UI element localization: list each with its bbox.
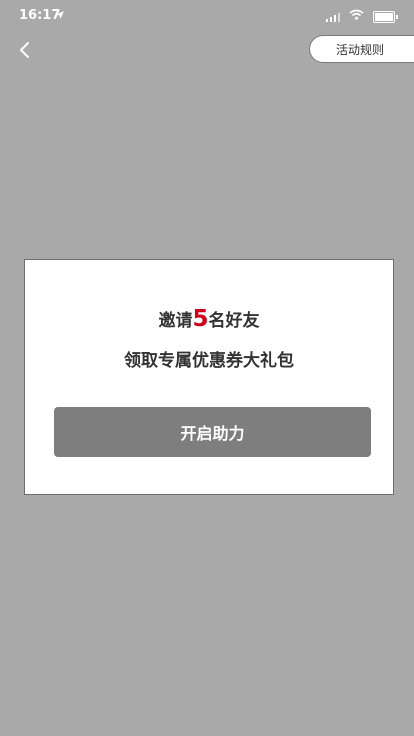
- wifi-icon: [349, 9, 364, 24]
- invite-dialog: 邀请5名好友 领取专属优惠券大礼包 开启助力: [24, 259, 394, 495]
- chevron-left-icon: [20, 42, 29, 58]
- invite-headline: 邀请5名好友: [25, 306, 393, 332]
- start-help-button[interactable]: 开启助力: [54, 407, 371, 457]
- cellular-signal-icon: [326, 11, 340, 22]
- status-icons: [326, 9, 398, 24]
- reward-description: 领取专属优惠券大礼包: [124, 351, 294, 371]
- invite-prefix: 邀请: [158, 311, 193, 331]
- back-button[interactable]: [12, 38, 36, 62]
- invite-count: 5: [192, 306, 209, 332]
- invite-suffix: 名好友: [208, 311, 260, 331]
- activity-rules-button[interactable]: 活动规则: [309, 35, 414, 63]
- location-arrow-icon: [55, 9, 65, 24]
- battery-icon: [373, 10, 398, 23]
- status-bar: 16:17: [0, 0, 414, 30]
